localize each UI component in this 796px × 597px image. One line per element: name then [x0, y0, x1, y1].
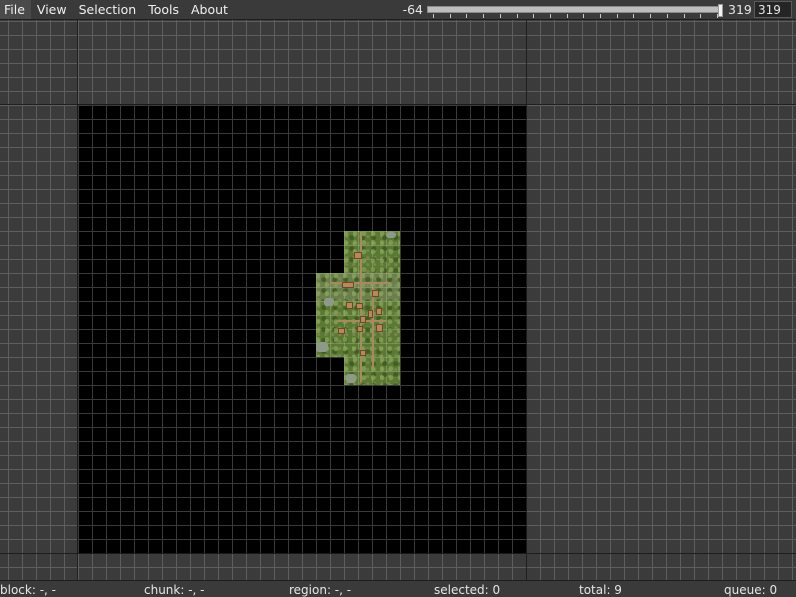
status-selected: selected: 0 [434, 583, 501, 597]
y-slider-tick [517, 14, 518, 18]
y-slider-tick [433, 14, 434, 18]
y-slider-tick [550, 14, 551, 18]
region-border-right [526, 20, 527, 580]
y-slider-tick [717, 14, 718, 18]
y-slider-tick [500, 14, 501, 18]
village-building [342, 282, 354, 288]
y-slider-tick [700, 14, 701, 18]
y-slider-tick [684, 14, 685, 18]
menu-selection[interactable]: Selection [73, 0, 143, 19]
village-path [330, 282, 390, 284]
rock-patch [324, 298, 334, 306]
y-slider-tick [600, 14, 601, 18]
status-region: region: -, - [289, 583, 352, 597]
village-building [360, 350, 366, 356]
y-slider-tick [533, 14, 534, 18]
village-building [372, 290, 379, 297]
y-slider-track[interactable] [427, 6, 723, 13]
y-level-slider[interactable] [427, 4, 723, 18]
status-block: block: -, - [0, 583, 56, 597]
status-chunk: chunk: -, - [144, 583, 205, 597]
y-slider-tick [450, 14, 451, 18]
village-building [360, 316, 366, 323]
y-min-label: -64 [402, 2, 423, 17]
loaded-region[interactable] [77, 104, 527, 554]
y-slider-tick [483, 14, 484, 18]
terrain-chunk[interactable] [316, 273, 400, 301]
village-building [376, 324, 383, 332]
app-window: File View Selection Tools About -64 319 [0, 0, 796, 597]
village-building [376, 308, 382, 315]
rock-patch [346, 374, 356, 383]
y-slider-tick [667, 14, 668, 18]
menu-bar: File View Selection Tools About -64 319 [0, 0, 796, 20]
y-slider-tick [650, 14, 651, 18]
village-building [338, 328, 345, 334]
village-building [356, 303, 363, 309]
map-canvas[interactable] [0, 20, 796, 580]
y-level-input[interactable] [754, 1, 792, 18]
menu-file[interactable]: File [0, 0, 31, 19]
status-total: total: 9 [579, 583, 622, 597]
menu-tools[interactable]: Tools [142, 0, 185, 19]
village-building [346, 302, 353, 309]
y-slider-tick [633, 14, 634, 18]
y-slider-tick [617, 14, 618, 18]
y-slider-tick [466, 14, 467, 18]
village-building [368, 310, 373, 318]
y-slider-tick [567, 14, 568, 18]
village-path [372, 288, 374, 368]
y-max-label: 319 [728, 2, 752, 17]
y-slider-tick [583, 14, 584, 18]
rock-patch [316, 342, 328, 352]
status-queue: queue: 0 [724, 583, 778, 597]
menu-about[interactable]: About [185, 0, 234, 19]
rock-patch [386, 232, 396, 238]
menu-view[interactable]: View [31, 0, 73, 19]
y-slider-handle[interactable] [718, 4, 723, 17]
village-building [357, 326, 363, 332]
village-building [354, 252, 362, 259]
region-border-bottom [0, 553, 796, 554]
status-bar: block: -, - chunk: -, - region: -, - sel… [0, 580, 796, 597]
